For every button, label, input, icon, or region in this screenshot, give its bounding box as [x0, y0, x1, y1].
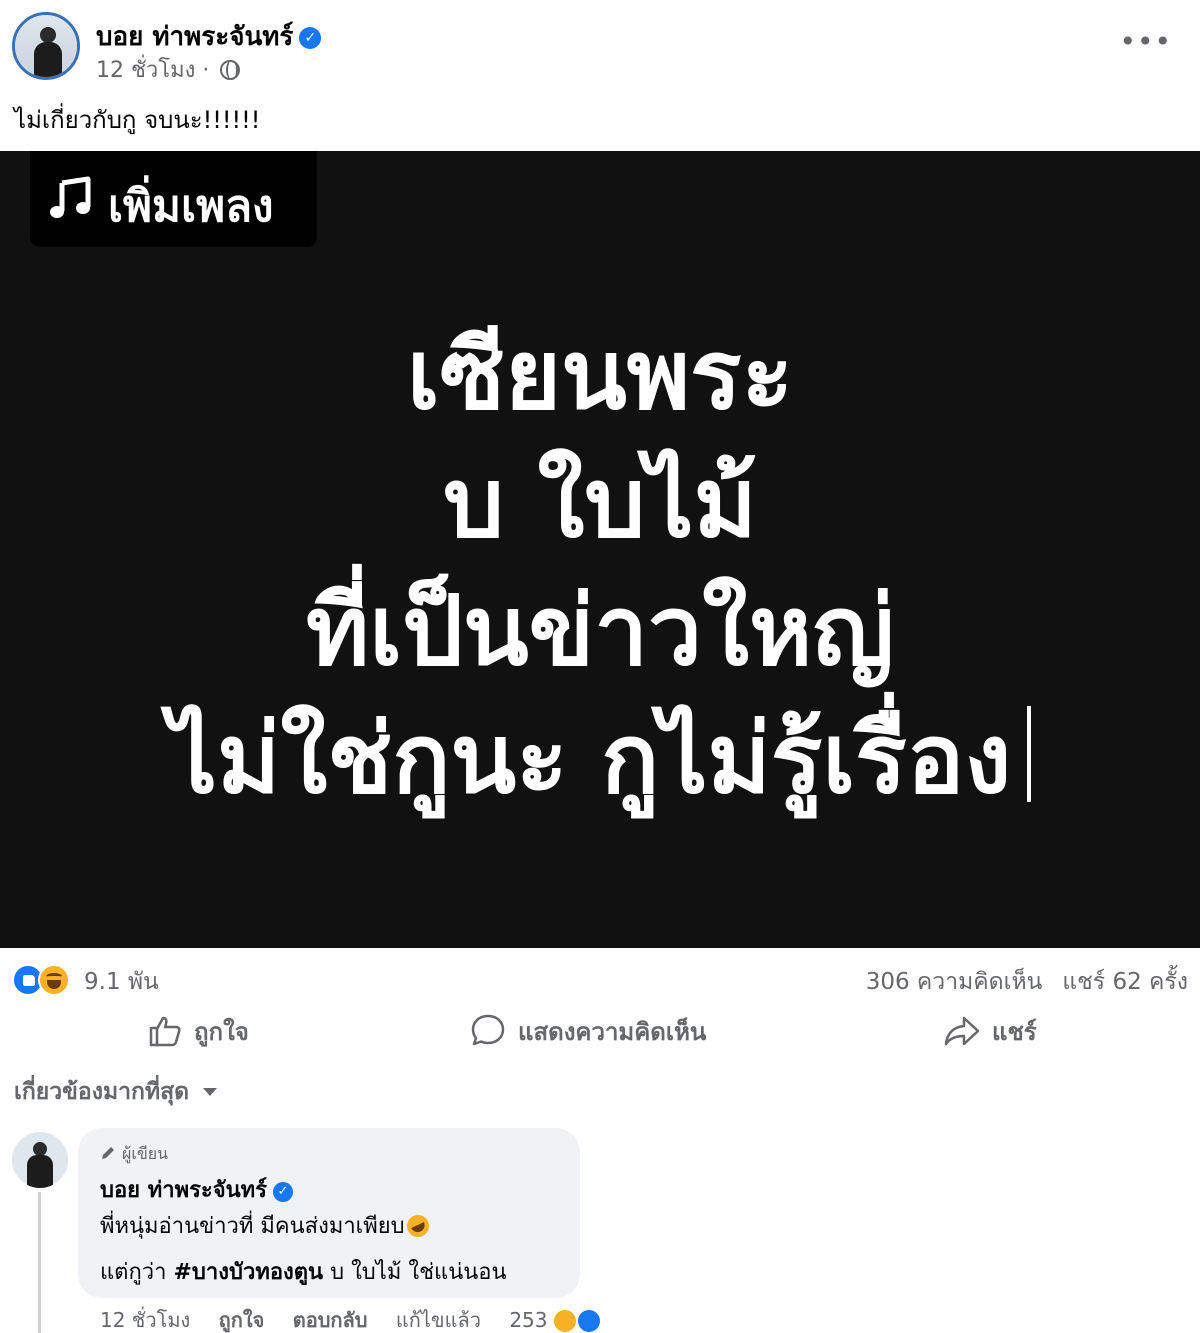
comment-author-name-text[interactable]: บอย ท่าพระจันทร์ — [100, 1178, 267, 1203]
caret-down-icon — [203, 1088, 218, 1096]
media-line-4-text: ไม่ใช่กูนะ กูไม่รู้เรื่อง — [168, 703, 1012, 815]
share-button[interactable]: แชร์ — [944, 1008, 1037, 1056]
author-badge-label: ผู้เขียน — [122, 1144, 169, 1163]
media-line-3: ที่เป็นข่าวใหญ่ — [305, 575, 895, 687]
text-cursor — [1027, 706, 1032, 802]
comment-time[interactable]: 12 ชั่วโมง — [100, 1308, 190, 1332]
post-media[interactable]: เพิ่มเพลง เซียนพระ บ ใบไม้ ที่เป็นข่าวให… — [0, 151, 1200, 948]
thread-line — [38, 1192, 41, 1333]
shares-count[interactable]: แชร์ 62 ครั้ง — [1062, 969, 1188, 995]
comment-sort-dropdown[interactable]: เกี่ยวข้องมากที่สุด — [14, 1074, 218, 1110]
comment-like-button[interactable]: ถูกใจ — [219, 1308, 265, 1332]
reactions-count[interactable]: 9.1 พัน — [84, 964, 159, 1000]
comment-actions: 12 ชั่วโมง ถูกใจ ตอบกลับ แก้ไขแล้ว 253 — [100, 1304, 626, 1333]
post-time[interactable]: 12 ชั่วโมง · — [96, 58, 209, 83]
reaction-icons[interactable] — [12, 964, 76, 996]
post-stats: 9.1 พัน 306 ความคิดเห็น แชร์ 62 ครั้ง — [12, 962, 1188, 998]
author-badge: ผู้เขียน — [100, 1142, 168, 1167]
media-line-2: บ ใบไม้ — [443, 447, 757, 559]
author-name-text[interactable]: บอย ท่าพระจันทร์ — [96, 22, 293, 52]
comment-line-1: พี่หนุ่มอ่านข่าวที่ มีคนส่งมาเพียบ — [100, 1208, 433, 1243]
post-text: ไม่เกี่ยวกับกู จบนะ!!!!!! — [14, 106, 261, 134]
more-icon[interactable]: ••• — [1119, 28, 1172, 56]
post-header: บอย ท่าพระจันทร์ ✓ 12 ชั่วโมง · ••• — [12, 12, 1188, 83]
comment-line-2-suffix: บ ใบไม้ ใช่แน่นอน — [330, 1260, 507, 1285]
comment-line-2: แต่กูว่า #บางบัวทองตูน บ ใบไม้ ใช่แน่นอน — [100, 1254, 507, 1289]
verified-icon: ✓ — [272, 1182, 293, 1202]
stats-right: 306 ความคิดเห็น แชร์ 62 ครั้ง — [866, 964, 1188, 1000]
author-name[interactable]: บอย ท่าพระจันทร์ ✓ — [96, 16, 322, 57]
haha-reaction-icon — [551, 1308, 578, 1333]
add-music-chip[interactable]: เพิ่มเพลง — [30, 151, 317, 247]
author-avatar[interactable] — [12, 12, 80, 80]
rofl-emoji-icon — [402, 1211, 433, 1241]
post-actions: ถูกใจ แสดงความคิดเห็น แชร์ — [0, 1008, 1200, 1056]
comment-label[interactable]: แสดงความคิดเห็น — [518, 1018, 706, 1046]
like-label[interactable]: ถูกใจ — [194, 1018, 249, 1046]
comment-reply-button[interactable]: ตอบกลับ — [293, 1308, 368, 1332]
share-icon — [944, 1016, 980, 1046]
like-reaction-icon — [575, 1308, 602, 1333]
globe-icon — [220, 60, 241, 80]
comment-icon — [471, 1014, 505, 1046]
verified-icon: ✓ — [299, 27, 322, 49]
music-note-icon — [50, 176, 91, 218]
comment-line-2-prefix: แต่กูว่า — [100, 1260, 167, 1285]
like-button[interactable]: ถูกใจ — [148, 1008, 249, 1056]
hashtag-link[interactable]: #บางบัวทองตูน — [174, 1260, 324, 1285]
comment-bubble: ผู้เขียน บอย ท่าพระจันทร์ ✓ พี่หนุ่มอ่านข… — [78, 1128, 580, 1298]
music-label: เพิ่มเพลง — [108, 181, 274, 232]
comment-reaction-count[interactable]: 253 — [509, 1308, 547, 1332]
haha-reaction-icon — [38, 964, 70, 996]
media-text: เซียนพระ บ ใบไม้ ที่เป็นข่าวใหญ่ ไม่ใช่ก… — [0, 311, 1200, 823]
media-line-1: เซียนพระ — [406, 319, 794, 431]
comments-count[interactable]: 306 ความคิดเห็น — [866, 969, 1043, 995]
comment-line-1-text: พี่หนุ่มอ่านข่าวที่ มีคนส่งมาเพียบ — [100, 1214, 405, 1239]
comment-reaction-icons[interactable] — [551, 1308, 604, 1333]
thumbs-up-icon — [149, 1016, 181, 1047]
comment-author-avatar[interactable] — [12, 1132, 68, 1188]
comment-button[interactable]: แสดงความคิดเห็น — [470, 1008, 706, 1056]
share-label[interactable]: แชร์ — [992, 1018, 1037, 1046]
comment-author-name[interactable]: บอย ท่าพระจันทร์ ✓ — [100, 1172, 293, 1207]
post-meta: 12 ชั่วโมง · — [96, 52, 241, 87]
sort-label[interactable]: เกี่ยวข้องมากที่สุด — [14, 1079, 189, 1105]
media-line-4: ไม่ใช่กูนะ กูไม่รู้เรื่อง — [0, 695, 1200, 823]
pencil-icon — [102, 1147, 114, 1159]
comment-edited-label[interactable]: แก้ไขแล้ว — [396, 1308, 481, 1332]
